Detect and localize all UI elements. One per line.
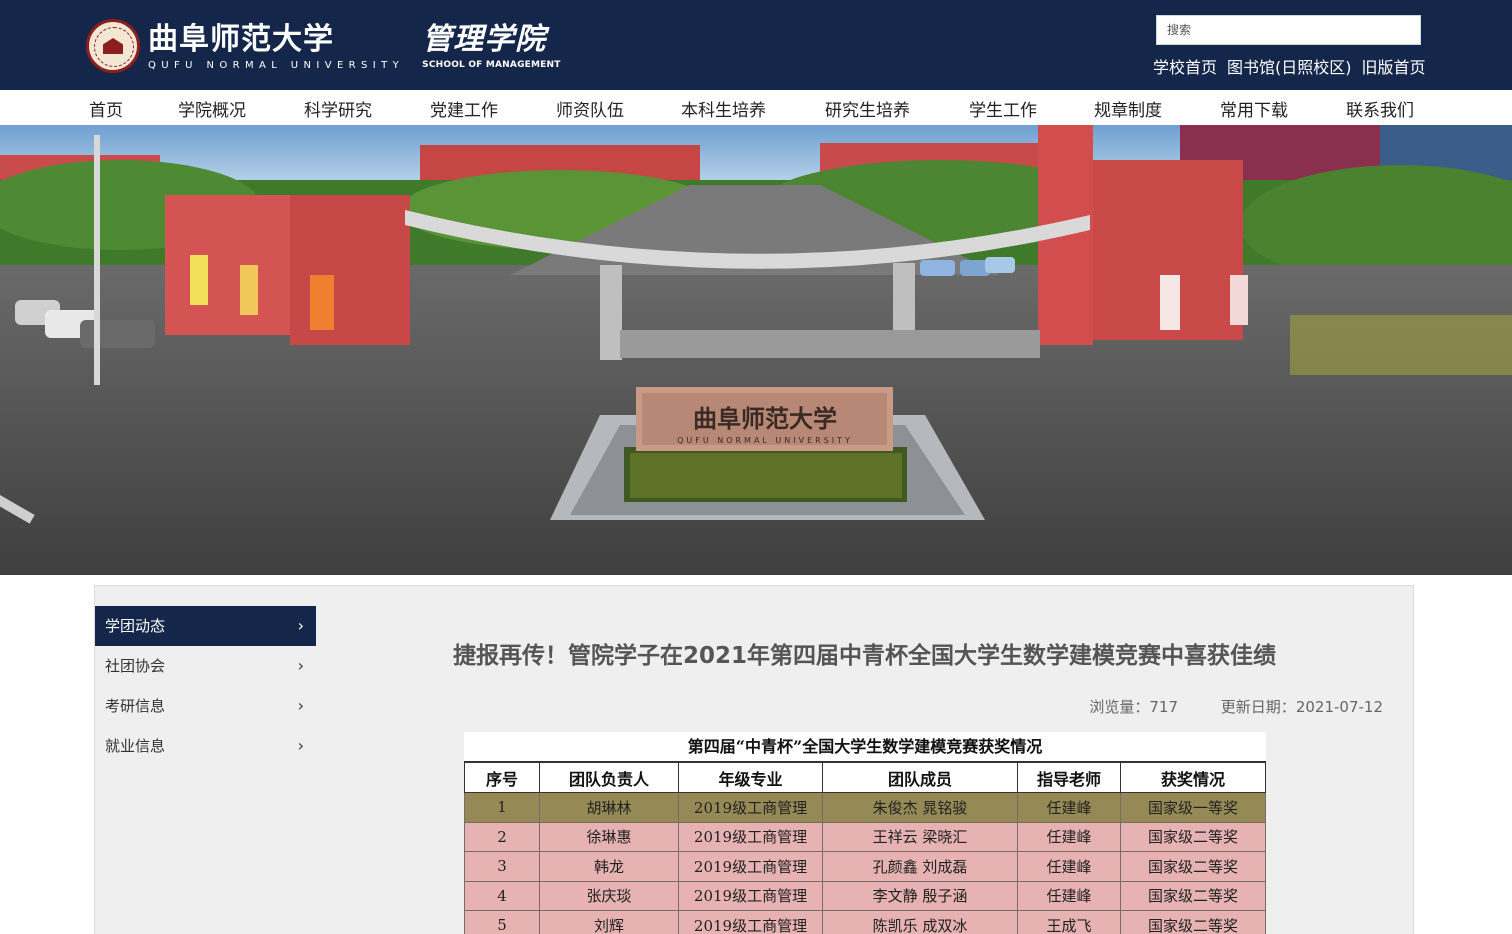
sidebar-item-label: 就业信息 bbox=[105, 737, 166, 755]
table-cell: 刘辉 bbox=[539, 910, 679, 934]
table-cell: 5 bbox=[464, 910, 540, 934]
view-count: 浏览量：717 bbox=[1089, 698, 1178, 716]
top-links: 学校首页 图书馆(日照校区) 旧版首页 bbox=[1153, 54, 1426, 78]
column-header: 指导老师 bbox=[1017, 762, 1121, 793]
chevron-right-icon: › bbox=[297, 616, 304, 635]
article-meta: 浏览量：717 更新日期：2021-07-12 bbox=[1051, 696, 1383, 717]
table-row: 1 胡琳林 2019级工商管理 朱俊杰 晁铭骏 任建峰 国家级一等奖 bbox=[464, 792, 1266, 823]
table-cell: 国家级二等奖 bbox=[1120, 910, 1266, 934]
university-seal-icon bbox=[86, 19, 140, 73]
table-cell: 1 bbox=[464, 792, 540, 823]
table-cell: 任建峰 bbox=[1017, 821, 1121, 852]
table-cell: 国家级二等奖 bbox=[1120, 851, 1266, 882]
column-header: 团队成员 bbox=[822, 762, 1018, 793]
table-cell: 2019级工商管理 bbox=[678, 792, 823, 823]
nav-student-affairs[interactable]: 学生工作 bbox=[969, 96, 1037, 121]
sidebar-item-news[interactable]: 学团动态 › bbox=[95, 606, 316, 646]
table-cell: 任建峰 bbox=[1017, 851, 1121, 882]
column-header: 序号 bbox=[464, 762, 540, 793]
sidebar-item-postgrad-exam[interactable]: 考研信息 › bbox=[95, 686, 316, 726]
table-cell: 任建峰 bbox=[1017, 792, 1121, 823]
chevron-right-icon: › bbox=[297, 696, 304, 715]
table-row: 3 韩龙 2019级工商管理 孔颜鑫 刘成磊 任建峰 国家级二等奖 bbox=[464, 851, 1266, 882]
table-row: 4 张庆琰 2019级工商管理 李文静 殷子涵 任建峰 国家级二等奖 bbox=[464, 880, 1266, 911]
nav-research[interactable]: 科学研究 bbox=[304, 96, 372, 121]
sidebar-item-label: 社团协会 bbox=[105, 657, 166, 675]
table-cell: 胡琳林 bbox=[539, 792, 679, 823]
table-header-row: 序号 团队负责人 年级专业 团队成员 指导老师 获奖情况 bbox=[464, 762, 1266, 793]
nav-faculty[interactable]: 师资队伍 bbox=[556, 96, 624, 121]
sidebar-item-label: 学团动态 bbox=[105, 617, 166, 635]
table-cell: 王祥云 梁晓汇 bbox=[822, 821, 1018, 852]
table-cell: 徐琳惠 bbox=[539, 821, 679, 852]
table-cell: 张庆琰 bbox=[539, 880, 679, 911]
chevron-right-icon: › bbox=[297, 656, 304, 675]
campus-banner-image: 曲阜师范大学 QUFU NORMAL UNIVERSITY bbox=[0, 125, 1512, 575]
table-cell: 孔颜鑫 刘成磊 bbox=[822, 851, 1018, 882]
table-cell: 陈凯乐 成双冰 bbox=[822, 910, 1018, 934]
table-cell: 朱俊杰 晁铭骏 bbox=[822, 792, 1018, 823]
table-cell: 国家级一等奖 bbox=[1120, 792, 1266, 823]
table-cell: 李文静 殷子涵 bbox=[822, 880, 1018, 911]
table-cell: 王成飞 bbox=[1017, 910, 1121, 934]
school-name-block: 管理学院 SCHOOL OF MANAGEMENT bbox=[422, 22, 560, 70]
sidebar-item-clubs[interactable]: 社团协会 › bbox=[95, 646, 316, 686]
table-cell: 2019级工商管理 bbox=[678, 910, 823, 934]
column-header: 获奖情况 bbox=[1120, 762, 1266, 793]
site-header: 曲阜师范大学 QUFU NORMAL UNIVERSITY 管理学院 SCHOO… bbox=[0, 0, 1512, 90]
view-count-value: 717 bbox=[1149, 698, 1179, 716]
school-name-cn: 管理学院 bbox=[422, 22, 547, 57]
nav-overview[interactable]: 学院概况 bbox=[178, 96, 246, 121]
university-name-en: QUFU NORMAL UNIVERSITY bbox=[148, 59, 405, 71]
table-row: 5 刘辉 2019级工商管理 陈凯乐 成双冰 王成飞 国家级二等奖 bbox=[464, 910, 1266, 934]
campus-gate-illustration: 曲阜师范大学 QUFU NORMAL UNIVERSITY bbox=[0, 125, 1512, 575]
award-table: 第四届“中青杯”全国大学生数学建模竞赛获奖情况 序号 团队负责人 年级专业 团队… bbox=[464, 732, 1266, 934]
table-cell: 2019级工商管理 bbox=[678, 821, 823, 852]
table-row: 2 徐琳惠 2019级工商管理 王祥云 梁晓汇 任建峰 国家级二等奖 bbox=[464, 821, 1266, 852]
nav-contact[interactable]: 联系我们 bbox=[1346, 96, 1414, 121]
nav-downloads[interactable]: 常用下载 bbox=[1220, 96, 1288, 121]
search-input[interactable] bbox=[1156, 15, 1421, 45]
sidebar-menu: 学团动态 › 社团协会 › 考研信息 › 就业信息 › bbox=[95, 606, 316, 766]
table-cell: 4 bbox=[464, 880, 540, 911]
article-title: 捷报再传！管院学子在2021年第四届中青杯全国大学生数学建模竞赛中喜获佳绩 bbox=[452, 643, 1276, 669]
link-school-home[interactable]: 学校首页 bbox=[1153, 54, 1217, 78]
table-cell: 2 bbox=[464, 821, 540, 852]
update-date-value: 2021-07-12 bbox=[1295, 698, 1383, 716]
table-cell: 任建峰 bbox=[1017, 880, 1121, 911]
stone-inscription-en: QUFU NORMAL UNIVERSITY bbox=[677, 436, 853, 445]
view-count-label: 浏览量： bbox=[1089, 698, 1150, 716]
link-old-home[interactable]: 旧版首页 bbox=[1362, 54, 1426, 78]
content-area: 学团动态 › 社团协会 › 考研信息 › 就业信息 › 捷报再传！管院学子在20… bbox=[94, 585, 1414, 934]
chevron-right-icon: › bbox=[297, 736, 304, 755]
column-header: 年级专业 bbox=[678, 762, 823, 793]
table-cell: 2019级工商管理 bbox=[678, 880, 823, 911]
column-header: 团队负责人 bbox=[539, 762, 679, 793]
stone-inscription: 曲阜师范大学 bbox=[693, 404, 837, 433]
nav-undergraduate[interactable]: 本科生培养 bbox=[681, 96, 766, 121]
main-nav: 首页 学院概况 科学研究 党建工作 师资队伍 本科生培养 研究生培养 学生工作 … bbox=[0, 90, 1512, 125]
table-cell: 韩龙 bbox=[539, 851, 679, 882]
table-cell: 国家级二等奖 bbox=[1120, 821, 1266, 852]
link-library[interactable]: 图书馆(日照校区) bbox=[1227, 54, 1352, 78]
update-date-label: 更新日期： bbox=[1220, 698, 1296, 716]
table-cell: 2019级工商管理 bbox=[678, 851, 823, 882]
nav-graduate[interactable]: 研究生培养 bbox=[825, 96, 910, 121]
award-table-caption: 第四届“中青杯”全国大学生数学建模竞赛获奖情况 bbox=[464, 732, 1266, 762]
table-cell: 国家级二等奖 bbox=[1120, 880, 1266, 911]
update-date: 更新日期：2021-07-12 bbox=[1221, 698, 1383, 716]
nav-regulations[interactable]: 规章制度 bbox=[1094, 96, 1162, 121]
sidebar-item-label: 考研信息 bbox=[105, 697, 166, 715]
sidebar-item-employment[interactable]: 就业信息 › bbox=[95, 726, 316, 766]
table-cell: 3 bbox=[464, 851, 540, 882]
site-logo[interactable]: 曲阜师范大学 QUFU NORMAL UNIVERSITY 管理学院 SCHOO… bbox=[86, 18, 561, 74]
university-name-cn: 曲阜师范大学 bbox=[148, 21, 334, 57]
school-name-en: SCHOOL OF MANAGEMENT bbox=[422, 60, 561, 70]
nav-home[interactable]: 首页 bbox=[89, 96, 123, 121]
university-name-block: 曲阜师范大学 QUFU NORMAL UNIVERSITY bbox=[148, 22, 404, 71]
nav-party-building[interactable]: 党建工作 bbox=[430, 96, 498, 121]
